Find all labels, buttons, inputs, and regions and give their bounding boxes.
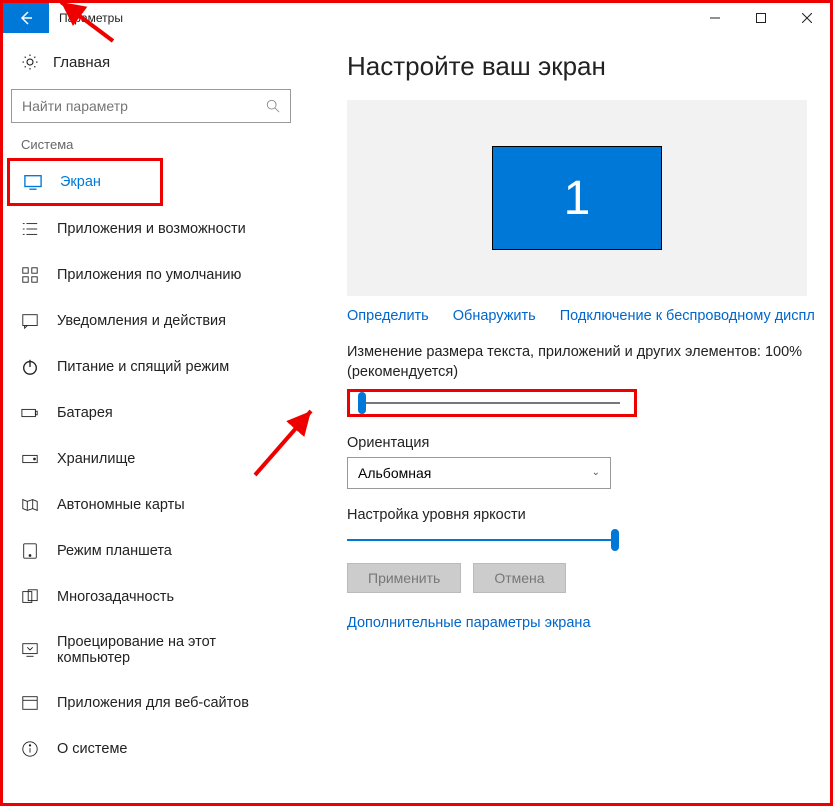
monitor-number: 1 xyxy=(564,171,591,226)
scale-slider-highlight xyxy=(347,389,637,417)
nav-storage[interactable]: Хранилище xyxy=(3,436,303,482)
nav-default-apps[interactable]: Приложения по умолчанию xyxy=(3,252,303,298)
nav-label: Хранилище xyxy=(57,451,135,467)
scale-slider-thumb[interactable] xyxy=(358,392,366,414)
map-icon xyxy=(21,496,39,514)
close-button[interactable] xyxy=(784,3,830,33)
wireless-link[interactable]: Подключение к беспроводному диспл xyxy=(560,308,815,324)
orientation-select[interactable]: Альбомная ⌄ xyxy=(347,457,611,489)
nav-label: Приложения по умолчанию xyxy=(57,267,241,283)
titlebar: Параметры xyxy=(3,3,830,33)
orientation-value: Альбомная xyxy=(358,465,431,481)
nav-label: Автономные карты xyxy=(57,497,185,513)
home-label: Главная xyxy=(53,54,110,71)
window-title: Параметры xyxy=(49,3,133,33)
scale-slider[interactable] xyxy=(358,402,620,404)
brightness-slider-thumb[interactable] xyxy=(611,529,619,551)
nav-label: О системе xyxy=(57,741,127,757)
tablet-icon xyxy=(21,542,39,560)
nav-label: Проецирование на этот компьютер xyxy=(57,634,285,666)
nav-notifications[interactable]: Уведомления и действия xyxy=(3,298,303,344)
storage-icon xyxy=(21,450,39,468)
chevron-down-icon: ⌄ xyxy=(592,467,600,478)
orientation-label: Ориентация xyxy=(347,435,830,451)
page-heading: Настройте ваш экран xyxy=(347,51,830,82)
identify-link[interactable]: Обнаружить xyxy=(453,308,536,324)
power-icon xyxy=(21,358,39,376)
nav-label: Батарея xyxy=(57,405,113,421)
nav-display[interactable]: Экран xyxy=(10,161,160,203)
nav-about[interactable]: О системе xyxy=(3,726,303,772)
grid-icon xyxy=(21,266,39,284)
nav-label: Экран xyxy=(60,174,101,190)
nav-tablet[interactable]: Режим планшета xyxy=(3,528,303,574)
apply-button[interactable]: Применить xyxy=(347,563,461,593)
back-button[interactable] xyxy=(3,3,49,33)
nav-projecting[interactable]: Проецирование на этот компьютер xyxy=(3,620,303,680)
monitor-1[interactable]: 1 xyxy=(492,146,662,250)
nav-web-apps[interactable]: Приложения для веб-сайтов xyxy=(3,680,303,726)
nav-group-label: Система xyxy=(3,137,303,158)
webapp-icon xyxy=(21,694,39,712)
nav-label: Многозадачность xyxy=(57,589,174,605)
nav-label: Приложения и возможности xyxy=(57,221,246,237)
sidebar: Главная Система Экран Приложения и возмо… xyxy=(3,33,303,803)
nav-label: Уведомления и действия xyxy=(57,313,226,329)
cancel-button[interactable]: Отмена xyxy=(473,563,565,593)
highlight-screen-nav: Экран xyxy=(7,158,163,206)
search-icon xyxy=(266,99,280,113)
nav-battery[interactable]: Батарея xyxy=(3,390,303,436)
battery-icon xyxy=(21,404,39,422)
nav-label: Питание и спящий режим xyxy=(57,359,229,375)
nav-label: Режим планшета xyxy=(57,543,172,559)
multitask-icon xyxy=(21,588,39,606)
home-nav[interactable]: Главная xyxy=(3,45,303,79)
brightness-slider[interactable] xyxy=(347,539,619,541)
maximize-button[interactable] xyxy=(738,3,784,33)
nav-label: Приложения для веб-сайтов xyxy=(57,695,249,711)
search-box[interactable] xyxy=(11,89,291,123)
nav-maps[interactable]: Автономные карты xyxy=(3,482,303,528)
display-icon xyxy=(24,173,42,191)
gear-icon xyxy=(21,53,39,71)
advanced-link[interactable]: Дополнительные параметры экрана xyxy=(347,615,591,631)
monitor-preview-area: 1 xyxy=(347,100,807,296)
nav-power[interactable]: Питание и спящий режим xyxy=(3,344,303,390)
detect-link[interactable]: Определить xyxy=(347,308,429,324)
list-icon xyxy=(21,220,39,238)
scale-label: Изменение размера текста, приложений и д… xyxy=(347,342,817,383)
project-icon xyxy=(21,641,39,659)
nav-multitask[interactable]: Многозадачность xyxy=(3,574,303,620)
nav-apps[interactable]: Приложения и возможности xyxy=(3,206,303,252)
notification-icon xyxy=(21,312,39,330)
info-icon xyxy=(21,740,39,758)
brightness-label: Настройка уровня яркости xyxy=(347,507,830,523)
minimize-button[interactable] xyxy=(692,3,738,33)
search-input[interactable] xyxy=(22,98,241,114)
main-content: Настройте ваш экран 1 Определить Обнаруж… xyxy=(303,33,830,803)
